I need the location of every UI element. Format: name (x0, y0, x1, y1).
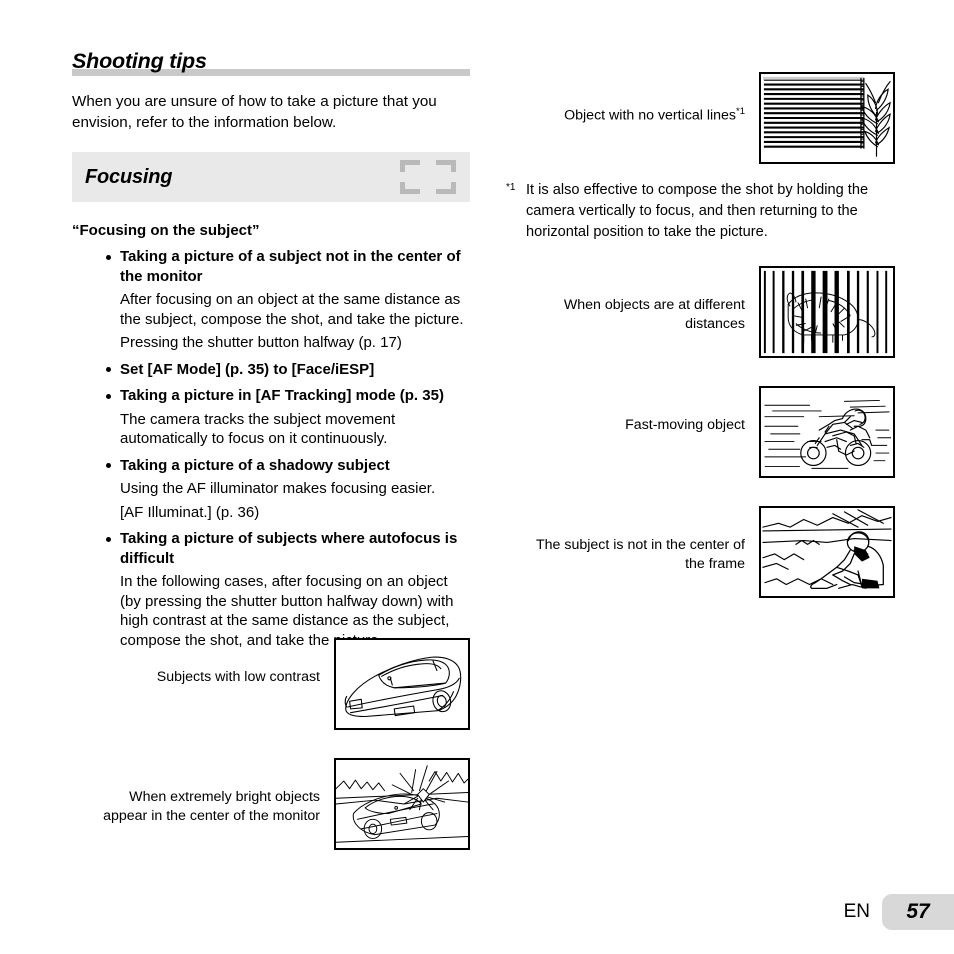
bullet-dot-icon (106, 536, 111, 542)
section-title: Focusing (85, 165, 173, 188)
figure-caption: Object with no vertical lines*1 (564, 72, 759, 126)
footnote-reference: *1 (736, 106, 745, 117)
figure-off-center: The subject is not in the center of the … (500, 506, 895, 598)
list-item-paragraph: Using the AF illuminator makes focusing … (120, 480, 436, 497)
list-item: Taking a picture of subjects where autof… (72, 529, 470, 568)
list-item-heading: Set [AF Mode] (p. 35) to [Face/iESP] (120, 360, 375, 378)
left-column: Shooting tips When you are unsure of how… (72, 48, 470, 650)
person-on-beach-off-center-illustration (759, 506, 895, 598)
car-with-glare-line-art-illustration (334, 758, 470, 850)
figure-no-vertical-lines: Object with no vertical lines*1 (500, 72, 895, 164)
footnote-text: It is also effective to compose the shot… (526, 182, 869, 240)
list-item-paragraph: After focusing on an object at the same … (120, 291, 464, 328)
list-item: Taking a picture of a shadowy subject (72, 456, 470, 476)
list-item-heading: Taking a picture of a subject not in the… (120, 248, 461, 285)
section-header-focusing: Focusing (72, 152, 470, 202)
figure-low-contrast: Subjects with low contrast (72, 638, 470, 730)
figure-caption: When objects are at different distances (563, 297, 745, 332)
list-item-paragraph: The camera tracks the subject movement a… (120, 410, 396, 448)
list-item-paragraph: [AF Illuminat.] (p. 36) (120, 503, 260, 521)
figure-caption: The subject is not in the center of the … (536, 537, 745, 572)
subject-heading: “Focusing on the subject” (72, 222, 260, 239)
list-item-heading: Taking a picture of subjects where autof… (120, 530, 458, 567)
page-footer: EN 57 (844, 894, 954, 930)
figure-different-distances: When objects are at different distances (500, 266, 895, 358)
figure-fast-moving: Fast-moving object (500, 386, 895, 478)
focus-tips-list: Taking a picture of a subject not in the… (72, 247, 470, 650)
figure-caption-text: Object with no vertical lines (564, 107, 737, 124)
figure-bright-objects: When extremely bright objects appear in … (72, 758, 470, 850)
figure-caption: When extremely bright objects appear in … (103, 789, 320, 824)
figure-caption: Fast-moving object (625, 417, 745, 433)
figure-caption: Subjects with low contrast (156, 669, 320, 685)
focus-frame-icon (400, 160, 456, 194)
footnote-marker: *1 (506, 182, 516, 193)
list-item-heading: Taking a picture of a shadowy subject (120, 456, 390, 474)
motorcycle-with-speed-lines-illustration (759, 386, 895, 478)
list-item: Set [AF Mode] (p. 35) to [Face/iESP] (72, 360, 470, 380)
horizontal-blinds-with-plant-illustration (759, 72, 895, 164)
bullet-dot-icon (106, 367, 111, 372)
sports-car-line-art-illustration (334, 638, 470, 730)
chapter-heading: Shooting tips (72, 48, 470, 76)
footnote: *1 It is also effective to compose the s… (504, 180, 896, 243)
list-item: Taking a picture of a subject not in the… (72, 247, 470, 286)
tiger-behind-bars-illustration (759, 266, 895, 358)
manual-page: Shooting tips When you are unsure of how… (0, 0, 954, 954)
chapter-heading-label: Shooting tips (72, 49, 207, 73)
bullet-dot-icon (106, 254, 111, 260)
list-item-heading: Taking a picture in [AF Tracking] mode (… (120, 387, 444, 404)
footer-language: EN (843, 901, 870, 922)
list-item: Taking a picture in [AF Tracking] mode (… (72, 386, 470, 406)
page-number-badge: 57 (882, 894, 954, 930)
bullet-dot-icon (106, 463, 111, 468)
bullet-dot-icon (106, 393, 111, 399)
chapter-intro-text: When you are unsure of how to take a pic… (72, 93, 437, 131)
list-item-paragraph: Pressing the shutter button halfway (p. … (120, 334, 402, 351)
